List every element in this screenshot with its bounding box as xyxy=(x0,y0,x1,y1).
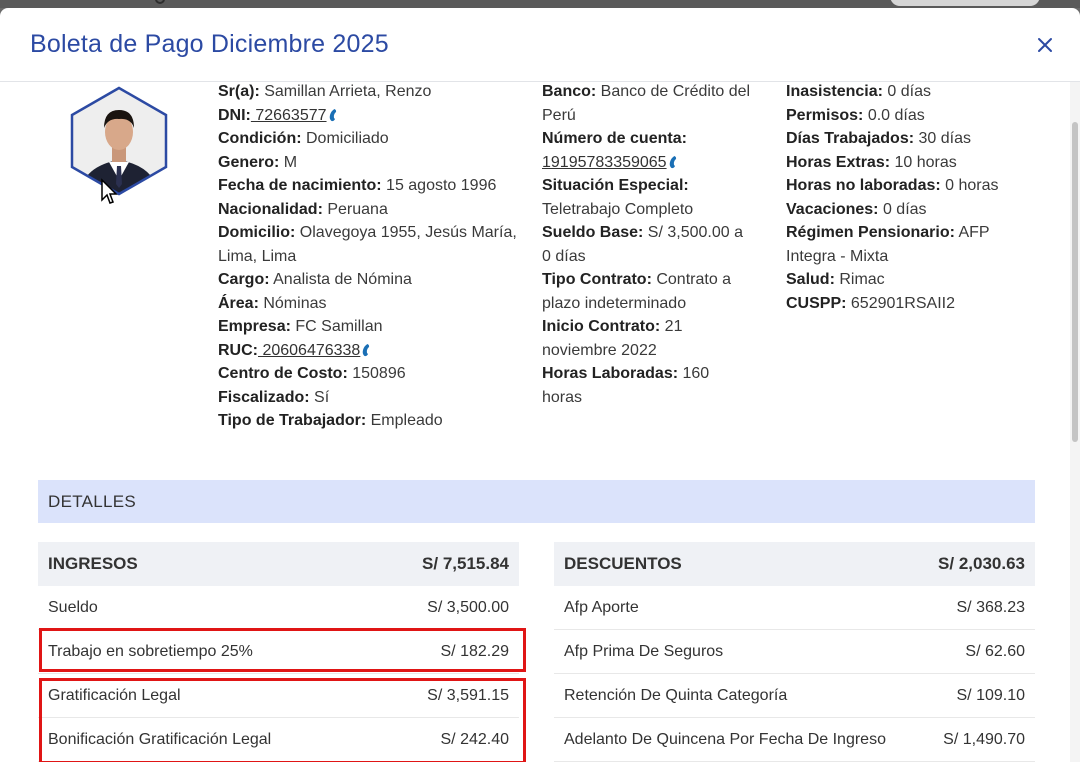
modal-scrollbar[interactable] xyxy=(1070,82,1080,762)
field-horas-extras: Horas Extras: 10 horas xyxy=(786,153,957,171)
employee-info-column: Sr(a): Samillan Arrieta, Renzo DNI: 7266… xyxy=(218,80,518,433)
field-numero-cuenta: Número de cuenta: 19195783359065 xyxy=(542,130,687,171)
field-empresa: Empresa: FC Samillan xyxy=(218,318,383,335)
field-condicion: Condición: Domiciliado xyxy=(218,130,389,147)
field-centro-costo: Centro de Costo: 150896 xyxy=(218,365,406,382)
field-vacaciones: Vacaciones: 0 días xyxy=(786,200,927,218)
field-salud: Salud: Rimac xyxy=(786,271,885,288)
close-icon xyxy=(1038,38,1052,52)
mouse-pointer-icon xyxy=(101,178,118,204)
phone-icon[interactable] xyxy=(668,153,677,168)
ingresos-header: INGRESOS S/ 7,515.84 xyxy=(38,542,519,586)
descuento-row: Retención De Quinta Categoría S/ 109.10 xyxy=(554,674,1035,718)
field-banco: Banco: Banco de Crédito del Perú xyxy=(542,83,751,124)
field-domicilio: Domicilio: Olavegoya 1955, Jesús María, … xyxy=(218,224,517,265)
modal-title: Boleta de Pago Diciembre 2025 xyxy=(30,30,389,58)
ingresos-label: INGRESOS xyxy=(48,554,138,573)
field-inasistencia: Inasistencia: 0 días xyxy=(786,83,931,100)
descuento-row: Afp Prima De Seguros S/ 62.60 xyxy=(554,630,1035,674)
field-sr: Sr(a): Samillan Arrieta, Renzo xyxy=(218,83,432,100)
descuentos-total: S/ 2,030.63 xyxy=(938,554,1025,573)
field-horas-laboradas: Horas Laboradas: 160 horas xyxy=(542,365,710,406)
descuento-row: Adelanto De Quincena Por Fecha De Ingres… xyxy=(554,718,1035,762)
field-regimen-pensionario: Régimen Pensionario: AFP Integra - Mixta xyxy=(786,224,990,265)
field-horas-no-laboradas: Horas no laboradas: 0 horas xyxy=(786,177,999,194)
contract-info-column: Banco: Banco de Crédito del Perú Número … xyxy=(542,80,752,409)
field-nacionalidad: Nacionalidad: Peruana xyxy=(218,200,388,218)
field-cuspp: CUSPP: 652901RSAII2 xyxy=(786,294,955,312)
scrollbar-thumb[interactable] xyxy=(1072,122,1078,442)
field-area: Área: Nóminas xyxy=(218,294,327,312)
descuentos-header: DESCUENTOS S/ 2,030.63 xyxy=(554,542,1035,586)
descuentos-panel: DESCUENTOS S/ 2,030.63 Afp Aporte S/ 368.… xyxy=(554,542,1035,762)
detalles-section-header: DETALLES xyxy=(38,480,1035,523)
dni-link[interactable]: 72663577 xyxy=(251,107,326,124)
field-tipo-contrato: Tipo Contrato: Contrato a plazo indeterm… xyxy=(542,271,732,312)
field-permisos: Permisos: 0.0 días xyxy=(786,106,925,124)
phone-icon[interactable] xyxy=(328,106,337,121)
account-number-link[interactable]: 19195783359065 xyxy=(542,154,667,171)
field-fiscalizado: Fiscalizado: Sí xyxy=(218,388,330,406)
field-ruc: RUC: 20606476338 xyxy=(218,339,518,363)
ingresos-total: S/ 7,515.84 xyxy=(422,554,509,573)
employee-photo-avatar xyxy=(68,84,170,198)
ingreso-row: Sueldo S/ 3,500.00 xyxy=(38,586,519,630)
field-situacion-especial: Situación Especial: Teletrabajo Completo xyxy=(542,177,694,218)
field-sueldo-base: Sueldo Base: S/ 3,500.00 a 0 días xyxy=(542,224,743,265)
field-genero: Genero: M xyxy=(218,153,298,171)
ingreso-row: Trabajo en sobretiempo 25% S/ 182.29 xyxy=(38,630,519,674)
phone-icon[interactable] xyxy=(361,341,370,356)
field-dni: DNI: 72663577 xyxy=(218,104,518,128)
ingreso-row: Bonificación Gratificación Legal S/ 242.4… xyxy=(38,718,519,762)
payslip-modal: Boleta de Pago Diciembre 2025 Sr(a): Sam… xyxy=(0,8,1080,762)
field-nacimiento: Fecha de nacimiento: 15 agosto 1996 xyxy=(218,177,497,194)
background-search-pill xyxy=(890,0,1040,6)
modal-header: Boleta de Pago Diciembre 2025 xyxy=(0,8,1080,82)
background-window-strip xyxy=(0,0,1080,8)
field-cargo: Cargo: Analista de Nómina xyxy=(218,271,412,288)
descuento-row: Afp Aporte S/ 368.23 xyxy=(554,586,1035,630)
field-inicio-contrato: Inicio Contrato: 21 noviembre 2022 xyxy=(542,318,683,359)
field-tipo-trabajador: Tipo de Trabajador: Empleado xyxy=(218,412,443,429)
detalles-label: DETALLES xyxy=(48,492,137,511)
descuentos-label: DESCUENTOS xyxy=(564,554,682,573)
ingresos-panel: INGRESOS S/ 7,515.84 Sueldo S/ 3,500.00 T… xyxy=(38,542,519,762)
attendance-info-column: Inasistencia: 0 días Permisos: 0.0 días … xyxy=(786,80,1016,315)
field-dias-trabajados: Días Trabajados: 30 días xyxy=(786,130,971,147)
ruc-link[interactable]: 20606476338 xyxy=(258,342,360,359)
close-button[interactable] xyxy=(1032,32,1058,58)
search-icon xyxy=(155,0,165,4)
ingreso-row: Gratificación Legal S/ 3,591.15 xyxy=(38,674,519,718)
